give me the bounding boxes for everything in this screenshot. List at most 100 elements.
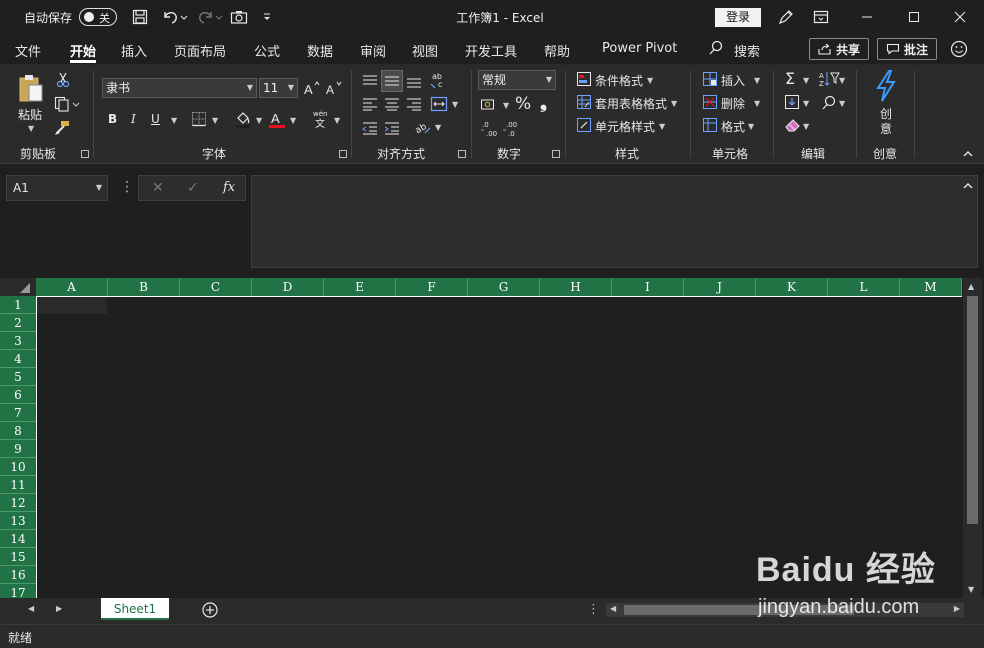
row-header[interactable]: 4 bbox=[0, 350, 36, 368]
prev-sheet-icon[interactable]: ◀ bbox=[28, 604, 34, 613]
chevron-down-icon[interactable]: ▼ bbox=[96, 176, 102, 200]
align-bottom-icon[interactable] bbox=[405, 72, 423, 90]
currency-dropdown-caret[interactable]: ▼ bbox=[503, 101, 509, 110]
tab-view[interactable]: 视图 bbox=[412, 41, 438, 60]
italic-icon[interactable]: I bbox=[131, 112, 136, 126]
autosum-dropdown-caret[interactable]: ▼ bbox=[803, 76, 809, 85]
clipboard-launcher-icon[interactable] bbox=[81, 150, 89, 158]
add-sheet-icon[interactable] bbox=[202, 602, 218, 618]
table-format-dropdown-caret[interactable]: ▼ bbox=[671, 99, 677, 108]
alignment-launcher-icon[interactable] bbox=[458, 150, 466, 158]
font-size-select[interactable]: 11 ▼ bbox=[259, 78, 298, 98]
tab-formulas[interactable]: 公式 bbox=[254, 41, 280, 60]
column-header[interactable]: C bbox=[180, 278, 252, 296]
column-header[interactable]: H bbox=[540, 278, 612, 296]
delete-cells-button[interactable]: 删除 bbox=[721, 95, 745, 112]
cut-icon[interactable] bbox=[55, 72, 71, 88]
merge-dropdown-caret[interactable]: ▼ bbox=[452, 100, 458, 109]
tab-home[interactable]: 开始 bbox=[70, 41, 96, 60]
column-header[interactable]: G bbox=[468, 278, 540, 296]
phonetic-dropdown-caret[interactable]: ▼ bbox=[334, 116, 340, 125]
login-button[interactable]: 登录 bbox=[715, 8, 761, 27]
collapse-ribbon-icon[interactable] bbox=[961, 148, 975, 160]
format-cells-button[interactable]: 格式 bbox=[721, 118, 745, 135]
tab-search[interactable]: 搜索 bbox=[734, 41, 760, 60]
minimize-icon[interactable] bbox=[855, 6, 879, 28]
tab-developer[interactable]: 开发工具 bbox=[465, 41, 517, 60]
row-header[interactable]: 6 bbox=[0, 386, 36, 404]
active-cell[interactable] bbox=[37, 297, 107, 314]
fill-down-icon[interactable] bbox=[784, 94, 800, 110]
currency-icon[interactable] bbox=[480, 96, 500, 114]
maximize-icon[interactable] bbox=[902, 6, 926, 28]
sort-filter-dropdown-caret[interactable]: ▼ bbox=[839, 76, 845, 85]
row-header[interactable]: 9 bbox=[0, 440, 36, 458]
underline-icon[interactable]: U bbox=[151, 112, 160, 126]
row-header[interactable]: 7 bbox=[0, 404, 36, 422]
feedback-smiley-icon[interactable] bbox=[950, 40, 968, 58]
next-sheet-icon[interactable]: ▶ bbox=[56, 604, 62, 613]
underline-dropdown-caret[interactable]: ▼ bbox=[171, 116, 177, 125]
format-cells-dropdown-caret[interactable]: ▼ bbox=[748, 122, 754, 131]
row-header[interactable]: 12 bbox=[0, 494, 36, 512]
align-top-icon[interactable] bbox=[361, 72, 379, 90]
row-header[interactable]: 13 bbox=[0, 512, 36, 530]
cell-styles-dropdown-caret[interactable]: ▼ bbox=[659, 122, 665, 131]
number-launcher-icon[interactable] bbox=[552, 150, 560, 158]
font-color-dropdown-caret[interactable]: ▼ bbox=[290, 116, 296, 125]
close-icon[interactable] bbox=[948, 6, 972, 28]
name-box[interactable]: A1 ▼ bbox=[6, 175, 108, 201]
fill-color-dropdown-caret[interactable]: ▼ bbox=[256, 116, 262, 125]
comma-style-icon[interactable]: ❟ bbox=[540, 92, 547, 113]
save-icon[interactable] bbox=[130, 8, 150, 26]
table-format-button[interactable]: 套用表格格式 bbox=[595, 95, 667, 112]
borders-icon[interactable] bbox=[190, 110, 208, 128]
fill-color-icon[interactable] bbox=[234, 110, 252, 128]
decrease-indent-icon[interactable] bbox=[361, 119, 379, 137]
tab-insert[interactable]: 插入 bbox=[121, 41, 147, 60]
paste-label[interactable]: 粘贴 bbox=[18, 106, 42, 123]
row-header[interactable]: 14 bbox=[0, 530, 36, 548]
autosum-icon[interactable]: Σ bbox=[785, 69, 795, 88]
delete-cells-dropdown-caret[interactable]: ▼ bbox=[754, 99, 760, 108]
redo-icon[interactable] bbox=[195, 8, 223, 26]
customize-toolbar-icon[interactable] bbox=[261, 8, 273, 26]
percent-icon[interactable]: % bbox=[515, 94, 531, 114]
lightning-icon[interactable] bbox=[872, 70, 900, 102]
clear-icon[interactable] bbox=[784, 117, 802, 133]
phonetic-guide-icon[interactable]: wén 文 bbox=[310, 108, 334, 130]
collapse-formula-icon[interactable] bbox=[963, 179, 973, 193]
column-header[interactable]: M bbox=[900, 278, 962, 296]
tab-page-layout[interactable]: 页面布局 bbox=[174, 41, 226, 60]
pen-icon[interactable] bbox=[774, 6, 798, 28]
autosave-toggle[interactable]: 关 bbox=[79, 8, 117, 26]
select-all-corner[interactable] bbox=[0, 278, 36, 296]
row-header[interactable]: 5 bbox=[0, 368, 36, 386]
insert-cells-dropdown-caret[interactable]: ▼ bbox=[754, 76, 760, 85]
copy-icon[interactable] bbox=[54, 96, 80, 112]
find-select-dropdown-caret[interactable]: ▼ bbox=[839, 99, 845, 108]
column-header[interactable]: B bbox=[108, 278, 180, 296]
row-header[interactable]: 8 bbox=[0, 422, 36, 440]
enter-icon[interactable]: ✓ bbox=[187, 180, 199, 196]
tab-review[interactable]: 审阅 bbox=[360, 41, 386, 60]
comments-button[interactable]: 批注 bbox=[877, 38, 937, 60]
column-header[interactable]: A bbox=[36, 278, 108, 296]
text-direction-dropdown-caret[interactable]: ▼ bbox=[435, 123, 441, 132]
merge-center-icon[interactable] bbox=[429, 95, 449, 113]
borders-dropdown-caret[interactable]: ▼ bbox=[212, 116, 218, 125]
font-color-icon[interactable]: A bbox=[268, 110, 286, 128]
creativity-label-2[interactable]: 意 bbox=[880, 120, 892, 137]
bold-icon[interactable]: B bbox=[108, 112, 117, 126]
tab-file[interactable]: 文件 bbox=[15, 41, 41, 60]
vertical-scroll-thumb[interactable] bbox=[967, 296, 978, 524]
fill-dropdown-caret[interactable]: ▼ bbox=[803, 99, 809, 108]
sheet-tab-sheet1[interactable]: Sheet1 bbox=[101, 598, 169, 620]
align-center-icon[interactable] bbox=[383, 95, 401, 113]
insert-cells-button[interactable]: 插入 bbox=[721, 72, 745, 89]
paste-dropdown-caret[interactable]: ▼ bbox=[28, 124, 34, 133]
align-left-icon[interactable] bbox=[361, 95, 379, 113]
column-header[interactable]: L bbox=[828, 278, 900, 296]
more-options-icon[interactable]: ⋮ bbox=[120, 179, 134, 195]
row-header[interactable]: 2 bbox=[0, 314, 36, 332]
